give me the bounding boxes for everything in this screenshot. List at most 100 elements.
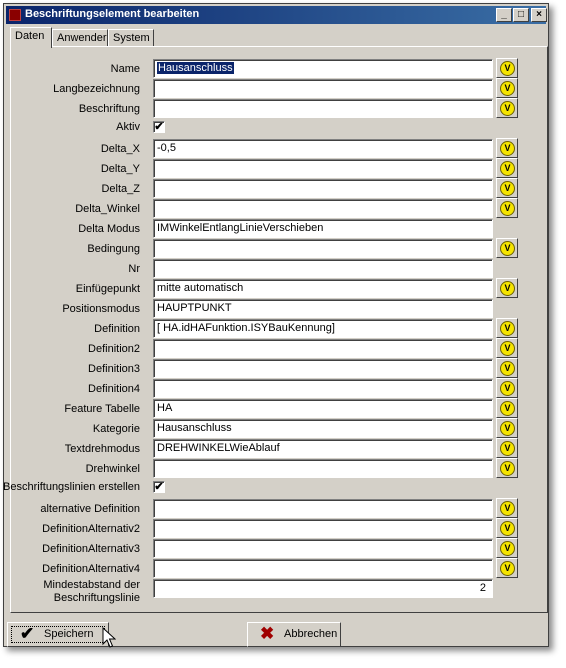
x-cross-icon: ✖ — [260, 624, 275, 643]
definition3-value-button[interactable]: V — [496, 358, 518, 378]
feature-tabelle-input[interactable]: HA — [153, 399, 493, 418]
kategorie-input[interactable]: Hausanschluss — [153, 419, 493, 438]
bedingung-label: Bedingung — [87, 243, 140, 255]
definition-alternativ2-label: DefinitionAlternativ2 — [42, 523, 140, 535]
positionsmodus-input[interactable]: HAUPTPUNKT — [153, 299, 493, 318]
definition-alternativ3-value-button[interactable]: V — [496, 538, 518, 558]
value-icon: V — [500, 101, 515, 116]
definition-alternativ2-value-button[interactable]: V — [496, 518, 518, 538]
close-button[interactable]: × — [531, 8, 547, 22]
feature-tabelle-label: Feature Tabelle — [64, 403, 140, 415]
value-icon: V — [500, 441, 515, 456]
einfuegepunkt-input[interactable]: mitte automatisch — [153, 279, 493, 298]
textdrehmodus-input[interactable]: DREHWINKELWieAblauf — [153, 439, 493, 458]
delta-modus-input[interactable]: IMWinkelEntlangLinieVerschieben — [153, 219, 493, 238]
name-input[interactable]: Hausanschluss — [153, 59, 493, 78]
drehwinkel-label: Drehwinkel — [85, 463, 140, 475]
value-icon: V — [500, 561, 515, 576]
value-icon: V — [500, 501, 515, 516]
delta-winkel-label: Delta_Winkel — [75, 203, 140, 215]
drehwinkel-input[interactable] — [153, 459, 493, 478]
definition-alternativ2-input[interactable] — [153, 519, 493, 538]
name-value-button[interactable]: V — [496, 58, 518, 78]
mindestabstand-label-line1: Mindestabstand der — [43, 579, 140, 591]
value-icon: V — [500, 181, 515, 196]
beschriftungslinien-checkbox[interactable]: ✔ — [153, 481, 165, 493]
definition4-label: Definition4 — [88, 383, 140, 395]
save-button[interactable]: ✔ Speichern — [7, 622, 109, 647]
aktiv-label: Aktiv — [116, 121, 140, 133]
beschriftung-label: Beschriftung — [78, 103, 140, 115]
langbezeichnung-value-button[interactable]: V — [496, 78, 518, 98]
aktiv-checkbox[interactable]: ✔ — [153, 121, 165, 133]
form-panel: Name Hausanschluss V Langbezeichnung V B… — [3, 46, 548, 613]
delta-x-label: Delta_X — [100, 143, 140, 155]
nr-input[interactable] — [153, 259, 493, 278]
textdrehmodus-value-button[interactable]: V — [496, 438, 518, 458]
definition4-input[interactable] — [153, 379, 493, 398]
tab-daten[interactable]: Daten — [10, 27, 52, 48]
tab-anwender[interactable]: Anwender — [52, 29, 108, 46]
definition-alternativ4-label: DefinitionAlternativ4 — [42, 563, 140, 575]
alternative-definition-value-button[interactable]: V — [496, 498, 518, 518]
alternative-definition-input[interactable] — [153, 499, 493, 518]
definition-input[interactable]: [ HA.idHAFunktion.ISYBauKennung] — [153, 319, 493, 338]
definition4-value-button[interactable]: V — [496, 378, 518, 398]
checkmark-icon: ✔ — [20, 624, 35, 643]
minimize-button[interactable]: _ — [496, 8, 512, 22]
beschriftungslinien-label: Beschriftungslinien erstellen — [3, 481, 140, 493]
definition-alternativ3-label: DefinitionAlternativ3 — [42, 543, 140, 555]
delta-x-value-button[interactable]: V — [496, 138, 518, 158]
tab-system[interactable]: System — [108, 29, 154, 46]
beschriftung-input[interactable] — [153, 99, 493, 118]
feature-tabelle-value-button[interactable]: V — [496, 398, 518, 418]
value-icon: V — [500, 461, 515, 476]
nr-label: Nr — [128, 263, 140, 275]
kategorie-label: Kategorie — [92, 423, 140, 435]
cancel-button-label: Abbrechen — [284, 628, 338, 640]
title-bar[interactable]: Beschriftungselement bearbeiten _ □ × — [6, 6, 547, 24]
einfuegepunkt-value-button[interactable]: V — [496, 278, 518, 298]
delta-winkel-value-button[interactable]: V — [496, 198, 518, 218]
delta-x-input[interactable]: -0,5 — [153, 139, 493, 158]
definition3-input[interactable] — [153, 359, 493, 378]
bedingung-input[interactable] — [153, 239, 493, 258]
bedingung-value-button[interactable]: V — [496, 238, 518, 258]
name-label: Name — [110, 63, 140, 75]
value-icon: V — [500, 421, 515, 436]
maximize-button[interactable]: □ — [513, 8, 529, 22]
positionsmodus-label: Positionsmodus — [62, 303, 140, 315]
save-button-label: Speichern — [44, 628, 94, 640]
delta-z-value-button[interactable]: V — [496, 178, 518, 198]
definition-alternativ4-input[interactable] — [153, 559, 493, 578]
delta-y-input[interactable] — [153, 159, 493, 178]
value-icon: V — [500, 161, 515, 176]
name-value: Hausanschluss — [157, 62, 234, 74]
value-icon: V — [500, 541, 515, 556]
value-icon: V — [500, 241, 515, 256]
textdrehmodus-label: Textdrehmodus — [64, 443, 140, 455]
delta-y-value-button[interactable]: V — [496, 158, 518, 178]
value-icon: V — [500, 341, 515, 356]
definition2-value-button[interactable]: V — [496, 338, 518, 358]
drehwinkel-value-button[interactable]: V — [496, 458, 518, 478]
value-icon: V — [500, 81, 515, 96]
beschriftung-value-button[interactable]: V — [496, 98, 518, 118]
mindestabstand-input[interactable]: 2 — [153, 579, 493, 598]
value-icon: V — [500, 361, 515, 376]
langbezeichnung-input[interactable] — [153, 79, 493, 98]
definition2-label: Definition2 — [88, 343, 140, 355]
definition-alternativ3-input[interactable] — [153, 539, 493, 558]
definition-alternativ4-value-button[interactable]: V — [496, 558, 518, 578]
value-icon: V — [500, 381, 515, 396]
delta-winkel-input[interactable] — [153, 199, 493, 218]
app-icon — [9, 9, 21, 21]
value-icon: V — [500, 61, 515, 76]
kategorie-value-button[interactable]: V — [496, 418, 518, 438]
cancel-button[interactable]: ✖ Abbrechen — [247, 622, 341, 647]
definition2-input[interactable] — [153, 339, 493, 358]
value-icon: V — [500, 201, 515, 216]
definition-value-button[interactable]: V — [496, 318, 518, 338]
value-icon: V — [500, 141, 515, 156]
delta-z-input[interactable] — [153, 179, 493, 198]
